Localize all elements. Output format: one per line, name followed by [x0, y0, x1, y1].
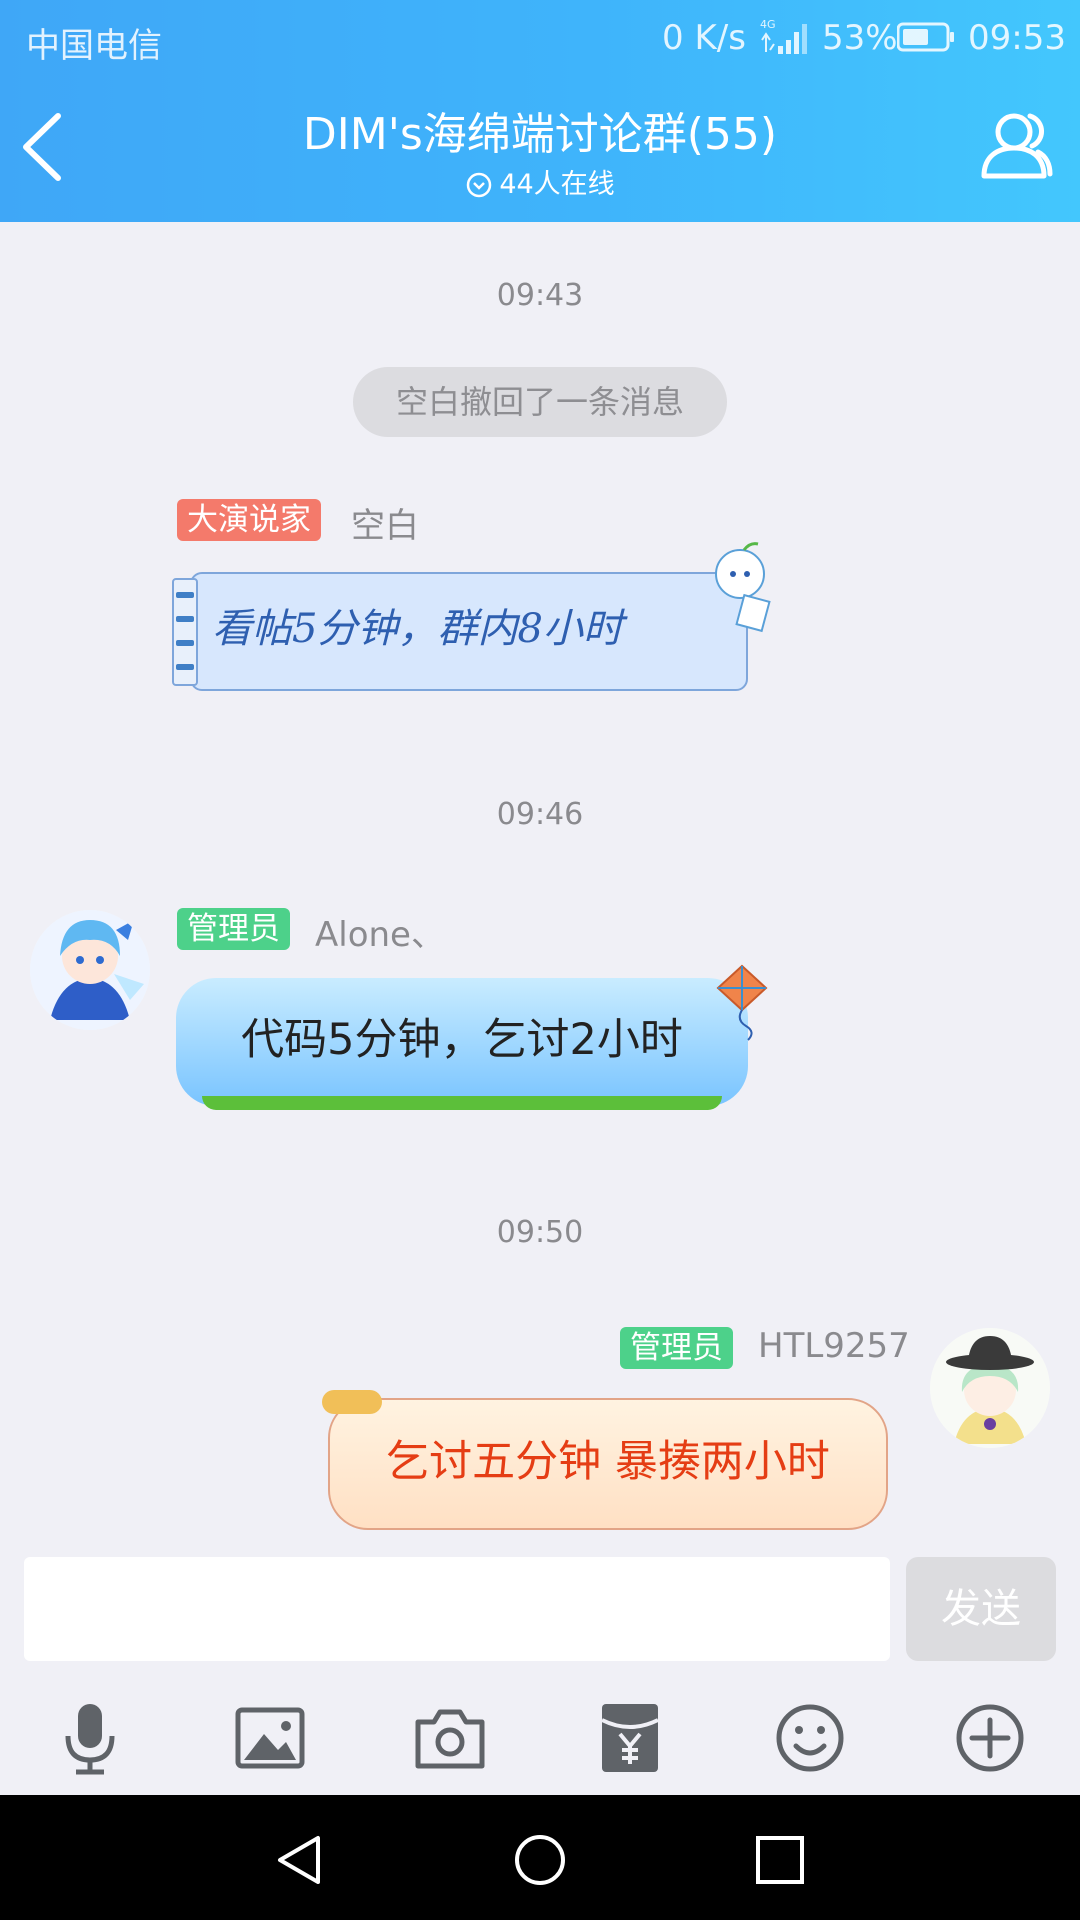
signal-icon: 4G — [760, 18, 807, 54]
sender-name[interactable]: 空白 — [351, 498, 419, 547]
nav-back-icon[interactable] — [272, 1832, 328, 1888]
group-title[interactable]: DIM's海绵端讨论群(55) — [0, 98, 1080, 162]
online-count-label: 44人在线 — [499, 169, 615, 200]
chevron-down-circle-icon — [467, 172, 492, 198]
message-bubble[interactable]: 看帖5分钟，群内8小时 — [172, 572, 748, 691]
camera-icon[interactable] — [412, 1700, 488, 1776]
send-button[interactable]: 发送 — [906, 1557, 1056, 1661]
microphone-icon[interactable] — [52, 1700, 128, 1776]
battery-percent: 53% — [822, 18, 898, 58]
timestamp: 09:43 — [496, 278, 584, 313]
image-icon[interactable] — [232, 1700, 308, 1776]
network-speed: 0 K/s — [662, 18, 746, 58]
message-input[interactable] — [24, 1557, 890, 1661]
member-title-badge: 大演说家 — [177, 499, 321, 541]
sender-name[interactable]: HTL9257 — [758, 1326, 910, 1366]
timestamp: 09:50 — [496, 1215, 584, 1250]
plus-icon[interactable] — [952, 1700, 1028, 1776]
emoji-icon[interactable] — [772, 1700, 848, 1776]
nav-recents-icon[interactable] — [752, 1832, 808, 1888]
message-bubble[interactable]: 乞讨五分钟 暴揍两小时 — [322, 1390, 894, 1530]
recall-notice: 空白撤回了一条消息 — [353, 367, 727, 437]
message-text: 看帖5分钟，群内8小时 — [212, 606, 623, 652]
kite-sticker-icon — [716, 964, 768, 1041]
sender-name[interactable]: Alone、 — [315, 907, 445, 956]
message-text: 代码5分钟，乞讨2小时 — [241, 1015, 683, 1065]
anime-girl-avatar-icon — [930, 1328, 1050, 1448]
red-packet-icon[interactable] — [592, 1700, 668, 1776]
timestamp: 09:46 — [496, 797, 584, 832]
group-members-icon[interactable] — [976, 108, 1054, 182]
admin-badge: 管理员 — [620, 1327, 733, 1369]
carrier-label: 中国电信 — [26, 26, 162, 66]
network-type: 4G — [760, 18, 776, 31]
avatar[interactable] — [930, 1328, 1050, 1448]
admin-badge: 管理员 — [177, 908, 290, 950]
avatar[interactable] — [30, 910, 150, 1030]
message-text: 乞讨五分钟 暴揍两小时 — [386, 1437, 830, 1487]
anime-girl-avatar-icon — [30, 910, 150, 1030]
message-bubble[interactable]: 代码5分钟，乞讨2小时 — [176, 978, 748, 1112]
status-clock: 09:53 — [968, 18, 1066, 58]
battery-icon — [897, 22, 954, 52]
lightbulb-sticker-icon — [715, 542, 771, 633]
online-count[interactable]: 44人在线 — [0, 162, 1080, 201]
nav-home-icon[interactable] — [512, 1832, 568, 1888]
